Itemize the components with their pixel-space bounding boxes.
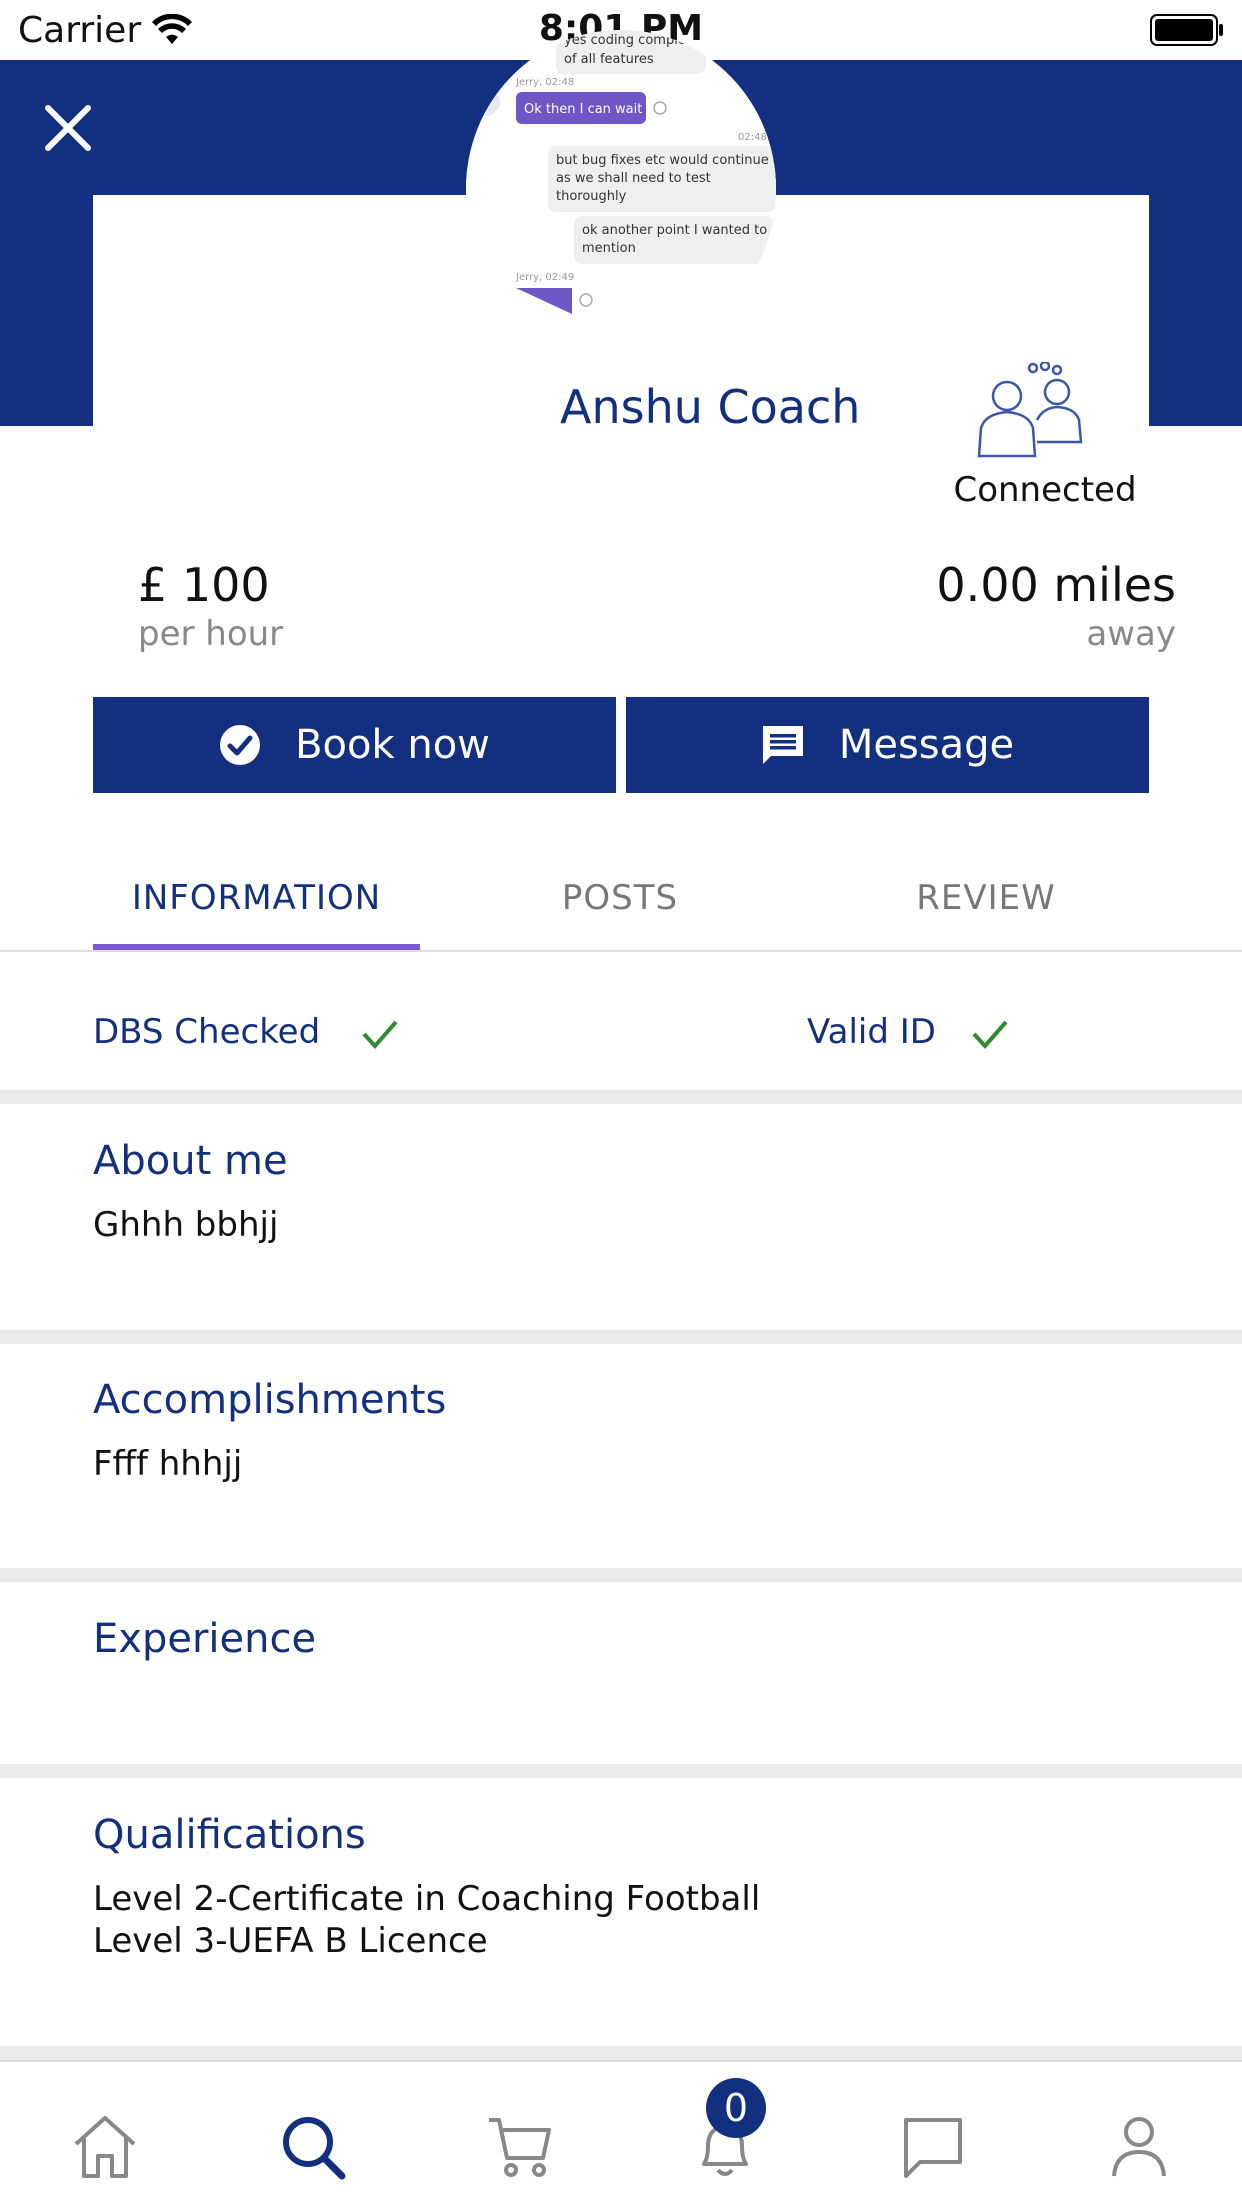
dbs-checked-label: DBS Checked [93,1012,321,1052]
section-divider [0,1330,1242,1344]
battery-icon [1150,14,1223,46]
connection-status: Connected [953,470,1137,510]
preview-meta: Jerry, 02:48 [515,77,574,88]
preview-message: of all features [564,52,654,67]
checkmark-icon [972,1020,1008,1049]
preview-time: 02:48 [738,132,767,143]
chat-icon[interactable] [898,2112,968,2182]
preview-message: thoroughly [556,189,627,204]
check-circle-icon [220,725,261,765]
valid-id-label: Valid ID [807,1012,936,1052]
verification-row: DBS Checked Valid ID [0,952,1242,1090]
cart-icon[interactable] [485,2112,555,2182]
tab-bar: INFORMATION POSTS REVIEW [0,850,1242,952]
preview-bubble: Ok then I can wait [524,102,642,117]
qualification-item: Level 2-Certificate in Coaching Football [93,1879,761,1919]
tab-information[interactable]: INFORMATION [93,878,420,918]
qualifications-title: Qualifications [93,1812,366,1858]
preview-message: but bug fixes etc would continue [556,153,769,168]
section-divider [0,1090,1242,1104]
preview-message: as we shall need to test [556,171,711,186]
avatar: yes coding complete of all features Jerr… [466,30,776,348]
section-divider [0,2046,1242,2060]
message-button[interactable]: Message [626,697,1149,793]
message-label: Message [838,722,1015,768]
preview-message: ok another point I wanted to [582,223,767,238]
about-title: About me [93,1138,288,1184]
about-body: Ghhh bbhjj [93,1205,279,1245]
profile-icon[interactable] [1104,2112,1174,2182]
experience-title: Experience [93,1616,317,1662]
section-divider [0,1764,1242,1778]
checkmark-icon [362,1020,398,1049]
distance-value: 0.00 miles [936,558,1176,612]
connected-users-icon [977,362,1083,458]
hourly-rate: £ 100 [138,558,270,612]
close-icon[interactable] [36,96,100,160]
section-divider [0,1568,1242,1582]
rate-unit: per hour [138,614,284,654]
qualification-item: Level 3-UEFA B Licence [93,1921,488,1961]
distance-unit: away [1086,614,1176,654]
active-tab-indicator [93,944,420,950]
search-icon[interactable] [278,2112,348,2182]
tab-posts[interactable]: POSTS [500,878,740,918]
book-now-button[interactable]: Book now [93,697,616,793]
book-now-label: Book now [295,722,490,768]
tab-review[interactable]: REVIEW [866,878,1106,918]
preview-meta: Jerry, 02:49 [515,272,574,283]
preview-message: mention [582,241,636,256]
bottom-navigation [0,2060,1242,2208]
home-icon[interactable] [70,2112,140,2182]
accomplishments-title: Accomplishments [93,1377,447,1423]
accomplishments-body: Ffff hhhjj [93,1444,243,1484]
notification-badge: 0 [706,2078,766,2138]
message-icon [762,726,803,764]
